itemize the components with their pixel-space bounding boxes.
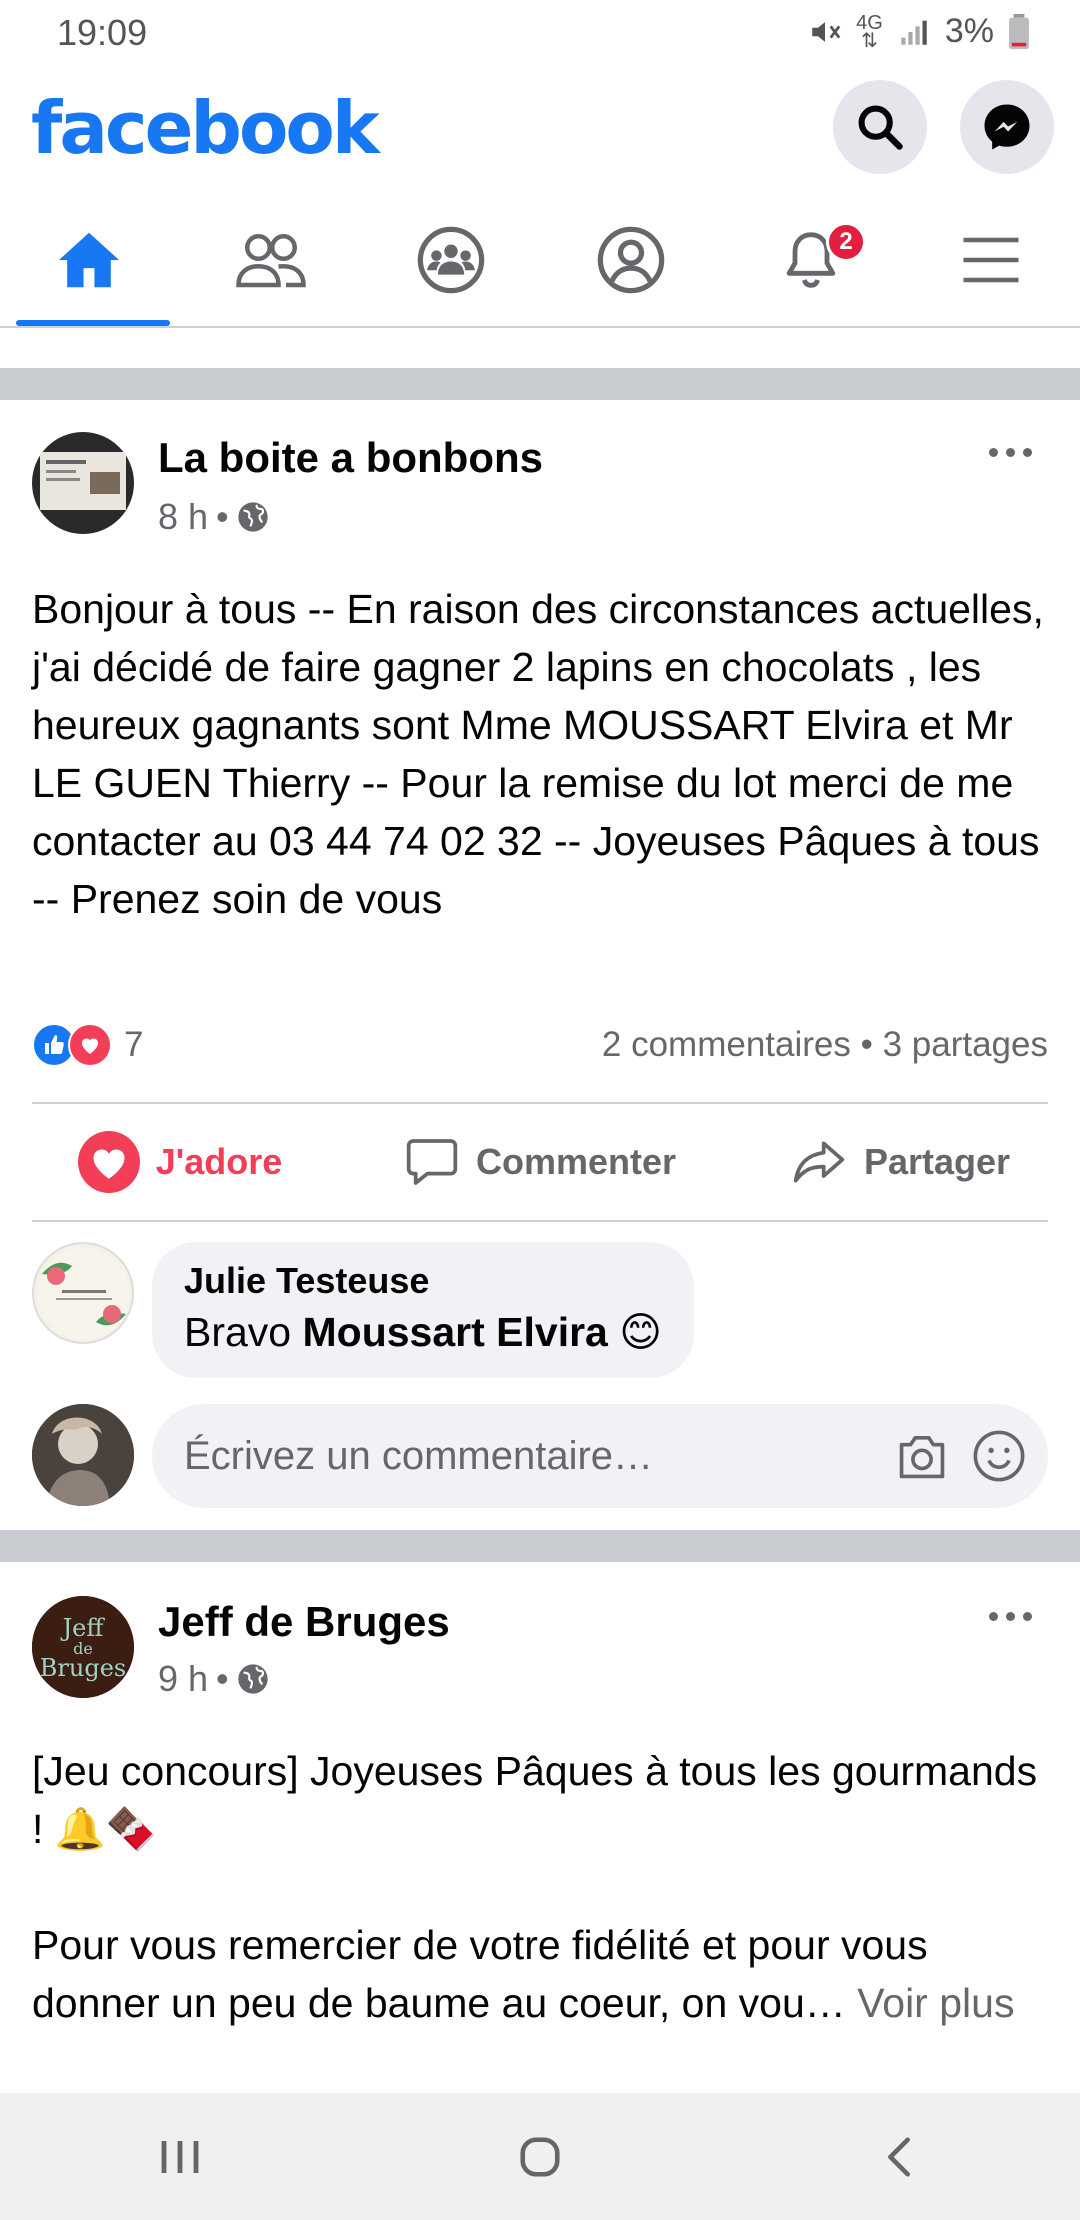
feed-post: Jeff de Bruges Jeff de Bruges 9 h • [Jeu…	[0, 1562, 1080, 2093]
post-meta: 9 h •	[158, 1658, 269, 1700]
system-nav-bar	[0, 2093, 1080, 2220]
reactions-count: 7	[124, 1025, 144, 1064]
feed-separator	[0, 1530, 1080, 1562]
recent-apps-button[interactable]	[80, 2137, 280, 2177]
battery-icon	[1008, 13, 1030, 50]
post-text-line2: Pour vous remercier de votre fidélité et…	[32, 1922, 1015, 2026]
svg-text:Jeff: Jeff	[60, 1614, 106, 1642]
feed-post: La boite a bonbons 8 h • Bonjour à tous …	[0, 400, 1080, 1530]
status-indicators: 4G ⇅ 3%	[808, 12, 1030, 51]
messenger-button[interactable]	[960, 80, 1054, 174]
post-stats: 7 2 commentaires • 3 partages	[32, 1016, 1048, 1074]
post-options-button[interactable]	[980, 1596, 1040, 1636]
post-author[interactable]: La boite a bonbons	[158, 434, 543, 482]
status-time: 19:09	[57, 12, 148, 53]
divider	[32, 1220, 1048, 1222]
status-bar: 19:09 4G ⇅ 3%	[0, 0, 1080, 66]
share-label: Partager	[863, 1141, 1011, 1182]
post-actions: J'adore Commenter Partager	[0, 1104, 1080, 1220]
post-meta: 8 h •	[158, 496, 269, 538]
heart-icon	[77, 1131, 140, 1193]
globe-icon	[237, 502, 268, 532]
smile-emoji: 😊	[619, 1309, 662, 1355]
home-icon	[59, 232, 119, 288]
tab-menu[interactable]	[908, 196, 1073, 324]
previous-post-actions-partial	[0, 330, 1080, 368]
comment-mention[interactable]: Moussart Elvira	[303, 1309, 608, 1355]
share-button[interactable]: Partager	[720, 1134, 1080, 1190]
network-icon: 4G ⇅	[856, 11, 883, 52]
facebook-logo[interactable]: facebook	[31, 86, 380, 170]
commenter-avatar[interactable]	[32, 1242, 134, 1344]
tab-groups[interactable]	[368, 196, 533, 324]
battery-level: 3%	[944, 12, 994, 50]
love-label: J'adore	[155, 1141, 283, 1182]
comment-placeholder: Écrivez un commentaire…	[184, 1433, 654, 1478]
post-options-button[interactable]	[980, 432, 1040, 472]
tab-home[interactable]	[8, 196, 170, 326]
comments-shares[interactable]: 2 commentaires • 3 partages	[602, 1025, 1048, 1065]
see-more-link[interactable]: Voir plus	[857, 1980, 1014, 2026]
page-avatar[interactable]: Jeff de Bruges	[32, 1596, 134, 1698]
tab-friends[interactable]	[188, 196, 353, 324]
friends-icon	[235, 234, 306, 288]
search-button[interactable]	[833, 80, 927, 174]
profile-icon	[597, 226, 664, 294]
love-button[interactable]: J'adore	[0, 1131, 360, 1193]
love-reaction-icon	[68, 1023, 112, 1067]
comment-author[interactable]: Julie Testeuse	[184, 1258, 662, 1304]
messenger-icon	[984, 104, 1030, 150]
comments-count[interactable]: 2 commentaires	[602, 1025, 851, 1064]
search-icon	[858, 105, 903, 150]
globe-icon	[237, 1664, 268, 1694]
page-avatar[interactable]	[32, 432, 134, 534]
user-avatar[interactable]	[32, 1404, 134, 1506]
comment-label: Commenter	[475, 1141, 677, 1182]
post-text-line1: [Jeu concours] Joyeuses Pâques à tous le…	[32, 1748, 1049, 1852]
post-time: 8 h	[158, 496, 209, 537]
shares-count[interactable]: 3 partages	[883, 1025, 1048, 1064]
tab-profile[interactable]	[548, 196, 713, 324]
comment-text: Bravo Moussart Elvira 😊	[184, 1309, 662, 1355]
home-circle-icon	[520, 2136, 560, 2177]
feed-separator	[0, 368, 1080, 400]
home-button[interactable]	[440, 2134, 640, 2180]
reactions-summary[interactable]: 7	[32, 1023, 143, 1067]
post-time: 9 h	[158, 1658, 209, 1699]
mute-icon	[808, 15, 842, 49]
svg-text:Bruges: Bruges	[40, 1654, 126, 1682]
back-icon	[888, 2136, 910, 2177]
comment-input[interactable]: Écrivez un commentaire…	[152, 1404, 1048, 1508]
comment-icon	[406, 1139, 458, 1185]
back-button[interactable]	[800, 2134, 1000, 2180]
tab-notifications[interactable]: 2	[728, 196, 893, 324]
emoji-icon[interactable]	[972, 1429, 1026, 1483]
signal-icon	[897, 15, 931, 49]
post-author[interactable]: Jeff de Bruges	[158, 1598, 450, 1646]
comment-button[interactable]: Commenter	[360, 1134, 720, 1190]
camera-icon[interactable]	[894, 1431, 950, 1481]
main-nav: 2	[0, 196, 1080, 328]
app-header: facebook	[0, 66, 1080, 196]
recent-apps-icon	[161, 2140, 199, 2173]
groups-icon	[417, 226, 484, 294]
hamburger-icon	[963, 237, 1018, 283]
share-icon	[793, 1141, 845, 1183]
post-text: Bonjour à tous -- En raison des circonst…	[32, 586, 1056, 922]
notification-badge: 2	[826, 222, 866, 262]
comment-bubble[interactable]: Julie Testeuse Bravo Moussart Elvira 😊	[152, 1242, 694, 1378]
